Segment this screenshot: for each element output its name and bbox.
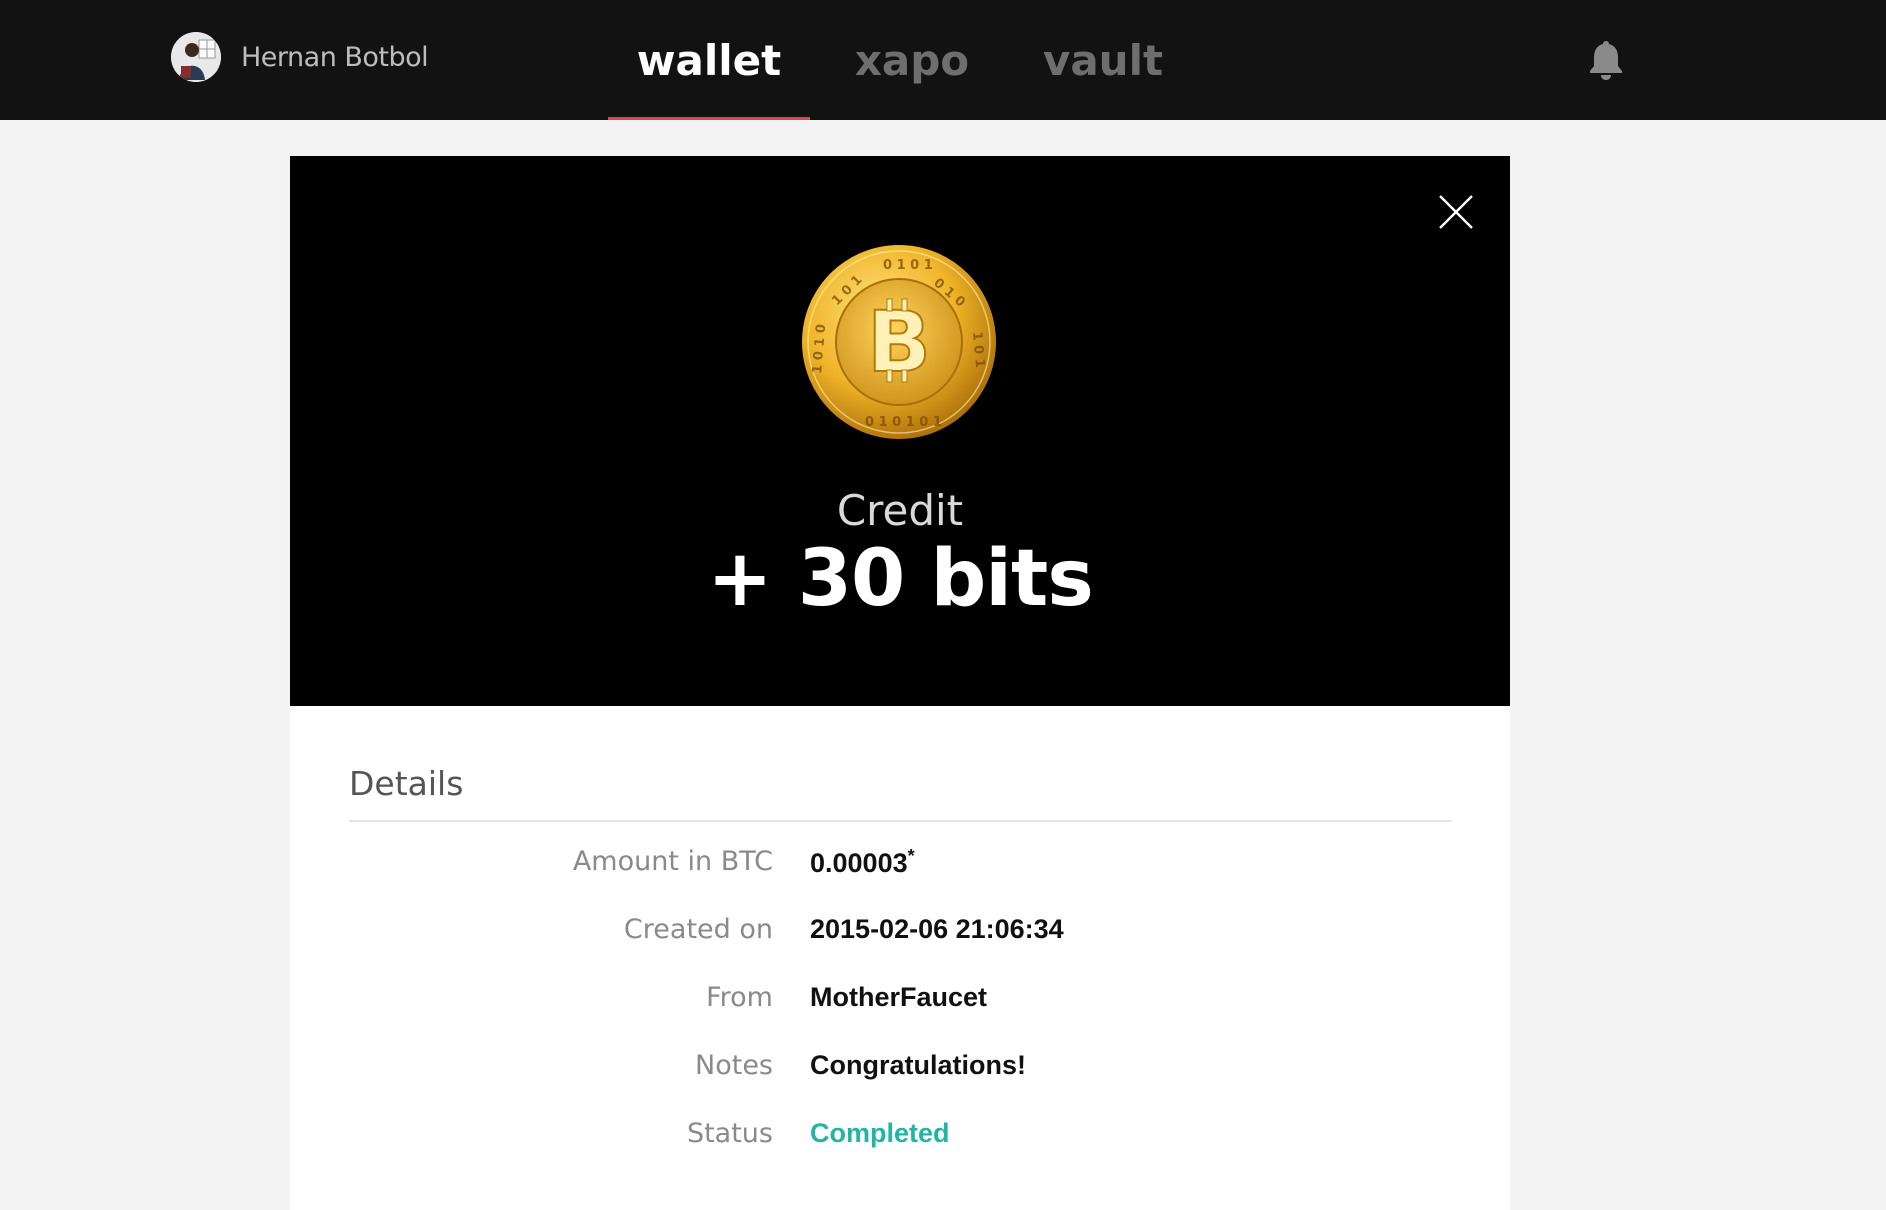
- transaction-amount: + 30 bits: [707, 534, 1094, 624]
- details-divider: [349, 820, 1452, 822]
- close-icon[interactable]: [1436, 192, 1476, 232]
- tab-vault-label: vault: [1042, 35, 1164, 85]
- status-badge: Completed: [810, 1118, 950, 1148]
- detail-value-created: 2015-02-06 21:06:34: [810, 914, 1064, 944]
- detail-row-status: Status Completed: [290, 1118, 1510, 1158]
- bitcoin-coin-icon: 0 1 0 1 0 1 0 1 0 1 0 1 0 1 0 1 1 0 1 0 …: [802, 245, 996, 439]
- detail-row-from: From MotherFaucet: [290, 982, 1510, 1022]
- bitcoin-symbol: B: [867, 293, 931, 391]
- svg-text:1 0 1: 1 0 1: [969, 331, 987, 368]
- detail-label-notes: Notes: [695, 1050, 773, 1081]
- transaction-detail-card: 0 1 0 1 0 1 0 1 0 1 0 1 0 1 0 1 1 0 1 0 …: [290, 156, 1510, 1210]
- tab-wallet-label: wallet: [636, 35, 782, 85]
- detail-row-amount: Amount in BTC 0.00003*: [290, 846, 1510, 886]
- bell-icon[interactable]: [1586, 38, 1626, 82]
- top-navigation-bar: Hernan Botbol wallet xapo vault: [0, 0, 1886, 120]
- detail-row-created: Created on 2015-02-06 21:06:34: [290, 914, 1510, 954]
- detail-label-from: From: [706, 982, 773, 1013]
- transaction-type: Credit: [836, 486, 964, 535]
- tab-vault[interactable]: vault: [1040, 0, 1166, 120]
- footnote-mark: *: [907, 846, 915, 866]
- amount-btc-value: 0.00003: [810, 848, 908, 878]
- transaction-hero: 0 1 0 1 0 1 0 1 0 1 0 1 0 1 0 1 1 0 1 0 …: [290, 156, 1510, 706]
- detail-value-from: MotherFaucet: [810, 982, 988, 1012]
- detail-label-status: Status: [686, 1118, 773, 1149]
- detail-value-amount: 0.00003*: [810, 846, 915, 879]
- tab-xapo-label: xapo: [854, 35, 970, 85]
- details-heading: Details: [349, 764, 464, 803]
- tab-wallet[interactable]: wallet: [608, 0, 810, 120]
- detail-label-amount: Amount in BTC: [572, 846, 773, 877]
- detail-label-created: Created on: [623, 914, 773, 945]
- svg-text:0 1 0 1 0 1: 0 1 0 1 0 1: [865, 415, 942, 430]
- detail-value-notes: Congratulations!: [810, 1050, 1026, 1080]
- detail-row-notes: Notes Congratulations!: [290, 1050, 1510, 1090]
- tab-xapo[interactable]: xapo: [845, 0, 979, 120]
- svg-text:0 1 0 1: 0 1 0 1: [883, 258, 933, 273]
